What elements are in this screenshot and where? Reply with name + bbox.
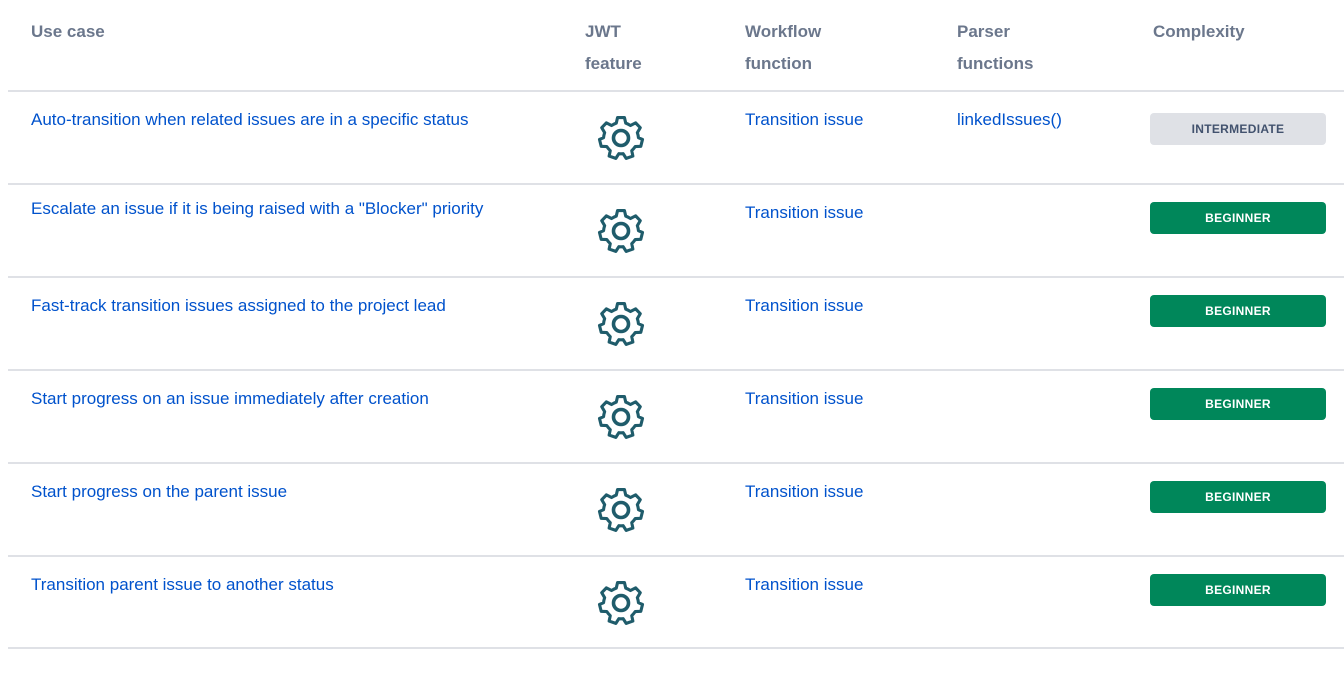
parser-function-link[interactable]: linkedIssues() — [957, 109, 1062, 131]
complexity-badge: BEGINNER — [1150, 481, 1326, 513]
gear-icon — [596, 578, 646, 628]
complexity-badge: BEGINNER — [1150, 202, 1326, 234]
gear-icon — [596, 485, 646, 535]
table-row: Start progress on the parent issue Trans… — [8, 462, 1344, 555]
workflow-function-link[interactable]: Transition issue — [745, 388, 863, 410]
gear-icon — [596, 299, 646, 349]
use-case-link[interactable]: Start progress on the parent issue — [31, 481, 551, 503]
table-row: Transition parent issue to another statu… — [8, 555, 1344, 649]
header-parser-functions: Parser functions — [957, 22, 1034, 73]
use-case-link[interactable]: Auto-transition when related issues are … — [31, 109, 551, 131]
complexity-badge: BEGINNER — [1150, 574, 1326, 606]
table-header: Use case JWT feature Workflow function P… — [8, 0, 1344, 90]
header-jwt-feature: JWT feature — [585, 22, 642, 73]
use-case-link[interactable]: Fast-track transition issues assigned to… — [31, 295, 551, 317]
use-case-link[interactable]: Transition parent issue to another statu… — [31, 574, 551, 596]
use-case-link[interactable]: Start progress on an issue immediately a… — [31, 388, 551, 410]
workflow-function-link[interactable]: Transition issue — [745, 481, 863, 503]
table-row: Escalate an issue if it is being raised … — [8, 183, 1344, 276]
workflow-function-link[interactable]: Transition issue — [745, 109, 863, 131]
complexity-badge: BEGINNER — [1150, 388, 1326, 420]
table-row: Start progress on an issue immediately a… — [8, 369, 1344, 462]
gear-icon — [596, 206, 646, 256]
header-use-case: Use case — [31, 22, 105, 41]
gear-icon — [596, 113, 646, 163]
use-case-table: Use case JWT feature Workflow function P… — [8, 0, 1344, 649]
use-case-link[interactable]: Escalate an issue if it is being raised … — [31, 198, 551, 220]
workflow-function-link[interactable]: Transition issue — [745, 295, 863, 317]
table-row: Fast-track transition issues assigned to… — [8, 276, 1344, 369]
table-row: Auto-transition when related issues are … — [8, 90, 1344, 183]
gear-icon — [596, 392, 646, 442]
complexity-badge: INTERMEDIATE — [1150, 113, 1326, 145]
workflow-function-link[interactable]: Transition issue — [745, 574, 863, 596]
header-workflow-function: Workflow function — [745, 22, 822, 73]
workflow-function-link[interactable]: Transition issue — [745, 202, 863, 224]
header-complexity: Complexity — [1153, 22, 1245, 41]
complexity-badge: BEGINNER — [1150, 295, 1326, 327]
